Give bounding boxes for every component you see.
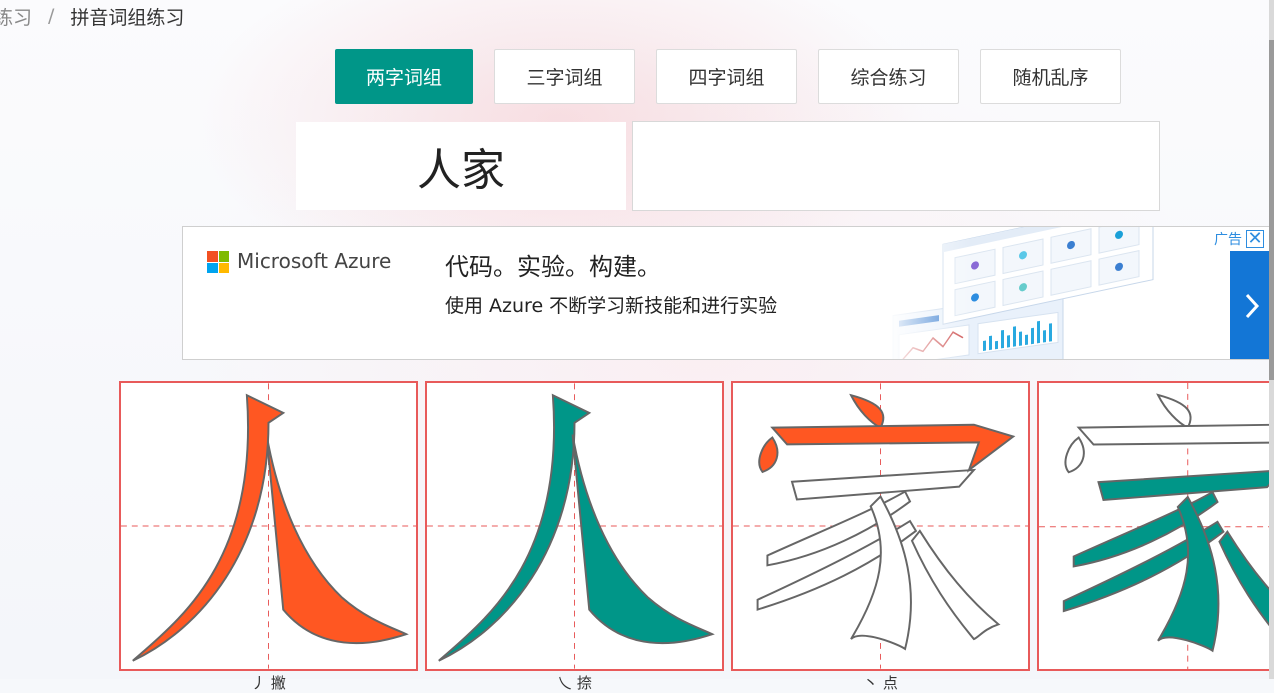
ad-banner[interactable]: Microsoft Azure 代码。实验。构建。 使用 Azure 不断学习新…: [182, 226, 1274, 360]
chevron-right-icon: [1245, 293, 1260, 319]
ad-badge: 广告 ✕: [1214, 229, 1264, 249]
ad-headline: 代码。实验。构建。: [445, 253, 661, 281]
stroke-label: 乀 捺: [557, 674, 592, 692]
word-display: 人家: [296, 122, 626, 210]
breadcrumb-prev-link[interactable]: 练习: [0, 3, 32, 30]
scrollbar-thumb[interactable]: [1269, 40, 1274, 380]
stroke-grid-cell: [119, 381, 418, 671]
stroke-label: 丶 点: [863, 674, 898, 692]
breadcrumb-current: 拼音词组练习: [70, 6, 185, 29]
ad-brand: Microsoft Azure: [237, 249, 392, 273]
ad-dashboard-illustration: [883, 227, 1233, 359]
tab-four-char[interactable]: 四字词组: [656, 49, 797, 104]
stroke-label: 丿 撇: [251, 674, 286, 692]
stroke-grid-cell: [731, 381, 1030, 671]
stroke-order-jia-dian-2: [1039, 383, 1274, 669]
ad-next-button[interactable]: [1230, 251, 1274, 359]
practice-mode-tabs: 两字词组 三字词组 四字词组 综合练习 随机乱序: [335, 49, 1121, 104]
microsoft-logo-icon: [207, 251, 229, 273]
stroke-order-ren-pie: [121, 383, 416, 669]
pinyin-answer-input[interactable]: [632, 121, 1160, 211]
stroke-grid-cell: [1037, 381, 1274, 671]
page-scrollbar[interactable]: [1269, 0, 1274, 679]
tab-three-char[interactable]: 三字词组: [494, 49, 635, 104]
tab-random[interactable]: 随机乱序: [980, 49, 1121, 104]
stroke-order-ren-na: [427, 383, 722, 669]
tab-two-char[interactable]: 两字词组: [335, 49, 473, 104]
stroke-order-jia-dian: [733, 383, 1028, 669]
tab-mixed[interactable]: 综合练习: [818, 49, 959, 104]
breadcrumb: 练习 / 拼音词组练习: [0, 2, 184, 30]
breadcrumb-separator: /: [48, 5, 55, 27]
ad-close-icon[interactable]: ✕: [1246, 230, 1264, 248]
ad-subline: 使用 Azure 不断学习新技能和进行实验: [445, 295, 778, 317]
stroke-grid-cell: [425, 381, 724, 671]
ad-label: 广告: [1214, 232, 1242, 248]
